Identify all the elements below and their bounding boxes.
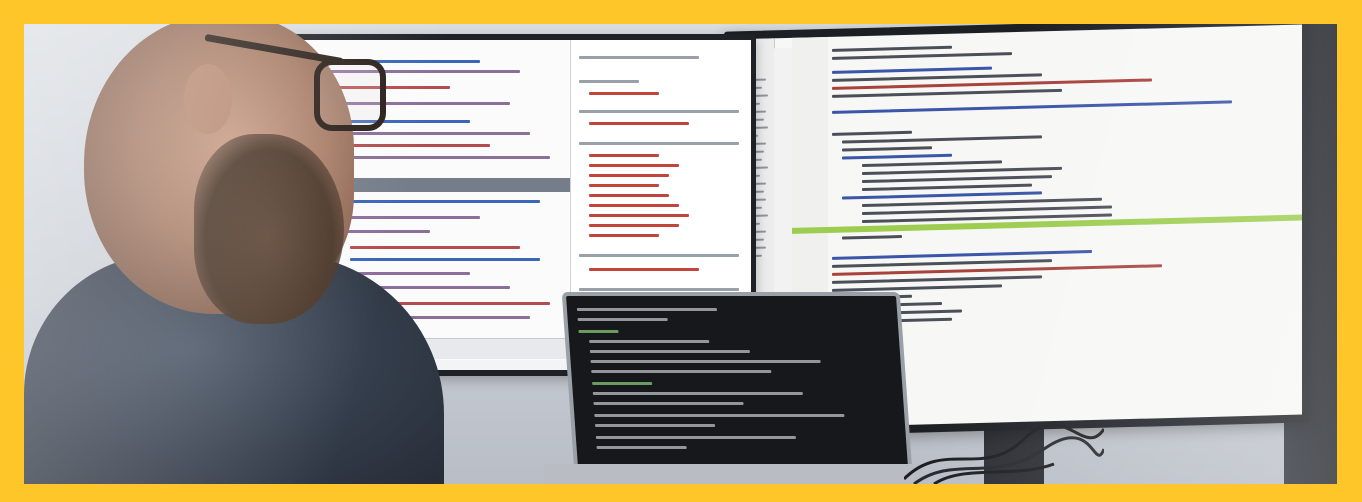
person-beard — [194, 134, 344, 324]
cables — [904, 423, 1104, 484]
photo-frame — [0, 0, 1362, 502]
photo-scene — [24, 24, 1337, 484]
person-ear — [184, 64, 232, 134]
laptop-screen — [561, 292, 915, 484]
glasses-lens — [314, 59, 386, 131]
laptop-base — [544, 464, 924, 484]
